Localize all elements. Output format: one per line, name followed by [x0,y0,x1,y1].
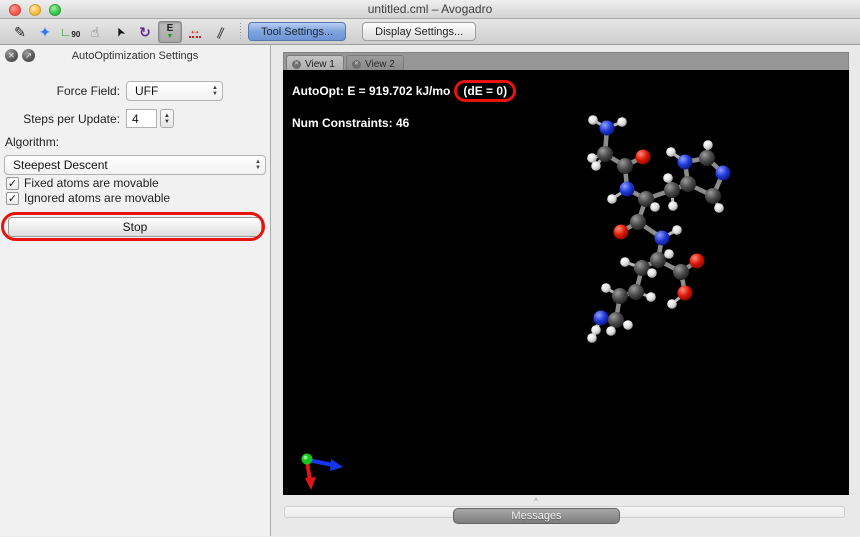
toolbar: ✎ ✦ ∟ 90 ☝ ➤ ↻ E ▼ ↔ ∥ Tool Settings... … [0,19,860,45]
align-tool-icon[interactable]: ∥ [208,21,232,43]
draw-tool-icon[interactable]: ✎ [8,21,32,43]
force-field-label: Force Field: [56,84,120,98]
bond-centric-tool-icon[interactable]: ∟ 90 [58,21,82,43]
toolbar-separator [240,22,241,41]
cursor-arrow-icon: ➤ [111,23,129,40]
navigate-tool-icon[interactable]: ✦ [33,21,57,43]
hand-icon: ☝ [90,23,100,40]
rotate-arrow-icon: ↻ [139,23,151,40]
x-axis-arrow-icon [330,459,343,471]
messages-button[interactable]: Messages [453,508,620,524]
measure-tool-icon[interactable]: ↔ [183,21,207,43]
tab-view-1-label: View 1 [305,58,335,70]
ignored-atoms-checkbox[interactable]: ✓ [6,191,19,205]
auto-rotate-tool-icon[interactable]: ↻ [133,21,157,43]
pencil-icon: ✎ [14,23,26,40]
align-lines-icon: ∥ [215,24,225,39]
steps-per-update-label: Steps per Update: [23,111,120,126]
angle-axis-icon: ∟ [59,24,72,39]
panel-title: AutoOptimization Settings [71,50,199,62]
title-bar: untitled.cml – Avogadro [0,0,860,19]
window-controls [9,4,61,16]
splitter-caret-icon: ^ [534,497,538,506]
steps-spinner[interactable]: ▲ ▼ [160,109,174,128]
de-readout: (dE = 0) [454,80,517,102]
autoopt-settings-panel: ✕ ↗ AutoOptimization Settings Force Fiel… [0,45,271,536]
auto-optimization-tool-icon[interactable]: E ▼ [158,20,182,43]
down-arrow-icon: ▼ [166,32,174,40]
minimize-window-button[interactable] [29,4,41,16]
annotation-circle-stop [1,212,265,241]
autoopt-energy-readout: AutoOpt: E = 919.702 kJ/mo (dE = 0) [292,80,517,102]
tool-settings-button[interactable]: Tool Settings... [248,22,347,41]
panel-header: ✕ ↗ AutoOptimization Settings [0,47,270,65]
combo-stepper-icon: ▲ ▼ [212,85,218,97]
fixed-atoms-label: Fixed atoms are movable [24,176,159,190]
force-field-value: UFF [135,84,159,98]
tab-close-icon[interactable]: ✕ [292,59,301,69]
steps-value: 4 [132,111,139,126]
y-axis-arrow-icon [305,477,316,490]
molecule-viewport[interactable]: AutoOpt: E = 919.702 kJ/mo (dE = 0) Num … [283,70,849,495]
angle-90-label: 90 [71,29,81,39]
main-area: ✕ ↗ AutoOptimization Settings Force Fiel… [0,45,860,536]
num-constraints-readout: Num Constraints: 46 [292,116,409,130]
axes-origin-icon [301,453,313,465]
ruler-arrows-icon: ↔ [189,23,201,38]
constraints-text: Num Constraints: 46 [292,116,410,130]
selection-tool-icon[interactable]: ➤ [108,21,132,43]
tab-view-2-label: View 2 [365,58,395,70]
star-icon: ✦ [39,23,51,40]
algorithm-value: Steepest Descent [13,158,108,172]
manipulate-tool-icon[interactable]: ☝ [83,21,107,43]
molecule-render [587,115,731,343]
view-tab-bar: ✕ View 1 ✕ View 2 [283,52,849,72]
view-area: ✕ View 1 ✕ View 2 AutoOpt: E = 919.702 k… [271,45,860,536]
force-field-select[interactable]: UFF ▲ ▼ [126,81,223,101]
display-settings-button[interactable]: Display Settings... [362,22,477,41]
close-window-button[interactable] [9,4,21,16]
tab-close-icon[interactable]: ✕ [352,59,361,69]
algorithm-select[interactable]: Steepest Descent ▲ ▼ [4,155,266,175]
panel-close-button[interactable]: ✕ [5,49,18,62]
annotation-circle-de [454,80,517,102]
ignored-atoms-label: Ignored atoms are movable [24,191,171,205]
fixed-atoms-checkbox[interactable]: ✓ [6,176,19,190]
energy-e-icon: E [166,22,174,34]
axes-widget [301,453,343,490]
panel-float-button[interactable]: ↗ [22,49,35,62]
zoom-window-button[interactable] [49,4,61,16]
steps-per-update-input[interactable]: 4 [126,109,157,128]
window-title: untitled.cml – Avogadro [367,2,493,16]
combo-stepper-icon: ▲ ▼ [255,159,261,171]
algorithm-label: Algorithm: [5,135,60,149]
energy-text: AutoOpt: E = 919.702 kJ/mo [292,84,451,98]
